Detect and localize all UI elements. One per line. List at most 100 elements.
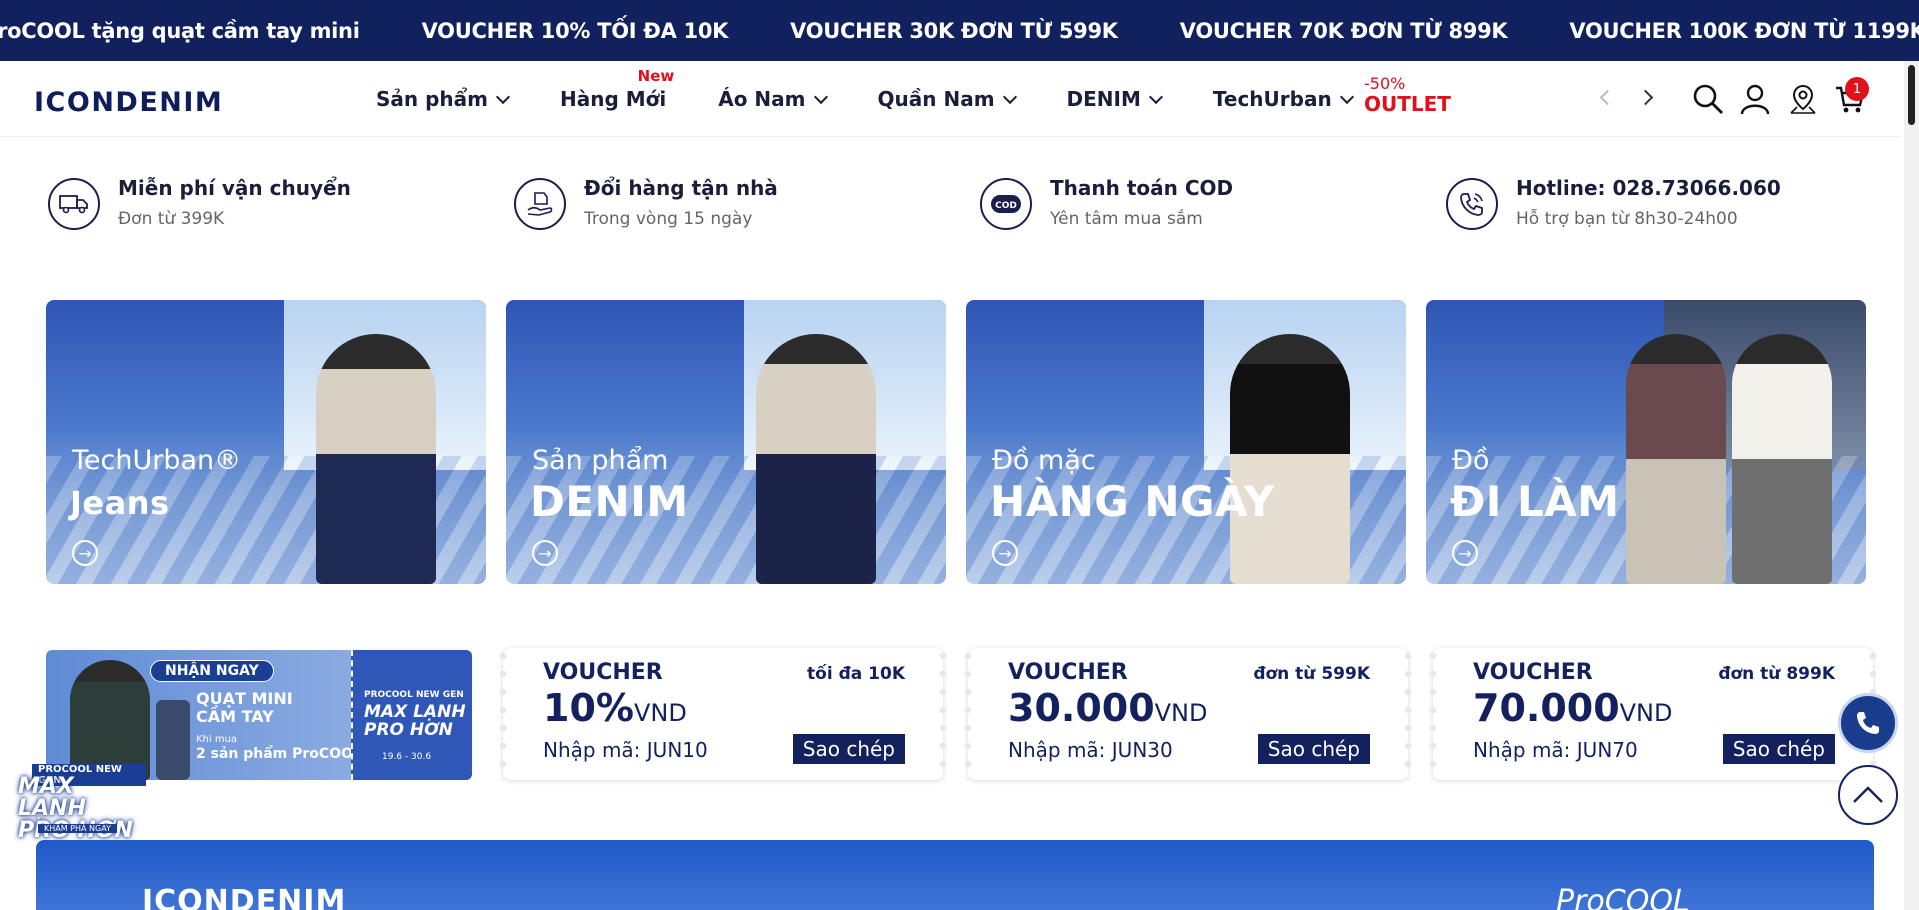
promo-cta[interactable]: NHẬN NGAY	[150, 660, 274, 682]
feature-exchange: Đổi hàng tận nhà Trong vòng 15 ngày	[514, 175, 778, 231]
promo-title: QUẠT MINI CẦM TAY	[196, 690, 293, 726]
voucher-title: VOUCHER	[543, 660, 663, 685]
phone-icon	[1857, 712, 1879, 734]
arrow-right-circle-icon[interactable]: →	[532, 540, 558, 566]
feature-hotline: Hotline: 028.73066.060 Hỗ trợ bạn từ 8h30…	[1446, 175, 1781, 231]
outlet-discount: -50%	[1364, 73, 1406, 93]
voucher-unit: VND	[633, 699, 687, 727]
banner-di-lam[interactable]: Đồ ĐI LÀM →	[1426, 300, 1866, 584]
voucher-condition: đơn từ 599K	[1253, 664, 1370, 684]
voucher-amount-line: 70.000VND	[1473, 686, 1673, 730]
voucher-amount: 10%	[543, 686, 634, 730]
voucher-title: VOUCHER	[1473, 660, 1593, 685]
voucher-code: Nhập mã: JUN70	[1473, 738, 1638, 762]
nav-label: DENIM	[1066, 86, 1141, 111]
scrollbar-thumb[interactable]	[1908, 65, 1915, 125]
procool-hero-banner[interactable]: ICONDENIM ProCOOL	[36, 840, 1874, 910]
badge-slogan-line1: MAX LẠNH	[18, 774, 86, 821]
announcement-item[interactable]: VOUCHER 30K ĐƠN TỪ 599K	[790, 19, 1118, 43]
voucher-condition: tối đa 10K	[807, 664, 905, 684]
badge-bottom-text: KHÁM PHÁ NGAY	[38, 824, 117, 833]
announcement-item[interactable]: VOUCHER 100K ĐƠN TỪ 1199K	[1569, 19, 1919, 43]
nav-item-outlet[interactable]: -50% OUTLET	[1364, 61, 1451, 136]
banner-big-text: DENIM	[530, 477, 689, 526]
feature-cod: COD Thanh toán COD Yên tâm mua sắm	[980, 175, 1233, 231]
model-photo	[1732, 334, 1832, 584]
truck-icon	[48, 178, 100, 230]
chevron-up-icon	[1853, 786, 1883, 803]
arrow-right-circle-icon[interactable]: →	[1452, 540, 1478, 566]
feature-title: Hotline: 028.73066.060	[1516, 176, 1781, 200]
promo-brand-line: PROCOOL NEW GEN	[364, 690, 464, 700]
voucher-amount: 70.000	[1473, 686, 1620, 730]
nav-item-quan-nam[interactable]: Quần Nam	[877, 86, 1017, 111]
arrow-right-circle-icon[interactable]: →	[992, 540, 1018, 566]
brand-logo[interactable]: ICONDENIM	[34, 87, 223, 118]
search-icon[interactable]	[1692, 83, 1724, 115]
promo-slogan-line1: MAX LẠNH	[364, 702, 466, 722]
announcement-item[interactable]: VOUCHER 70K ĐƠN TỪ 899K	[1180, 19, 1508, 43]
banner-techurban-jeans[interactable]: TechUrban® Jeans →	[46, 300, 486, 584]
banner-denim[interactable]: Sản phẩm DENIM →	[506, 300, 946, 584]
voucher-card: VOUCHER tối đa 10K 10%VND Nhập mã: JUN10…	[499, 648, 947, 780]
feature-title: Miễn phí vận chuyển	[118, 176, 351, 200]
voucher-amount: 30.000	[1008, 686, 1155, 730]
nav-item-techurban[interactable]: TechUrban	[1212, 86, 1354, 111]
feature-subtitle: Trong vòng 15 ngày	[584, 209, 753, 229]
user-icon[interactable]	[1739, 83, 1771, 115]
voucher-title: VOUCHER	[1008, 660, 1128, 685]
banner-small-text: Sản phẩm	[532, 445, 669, 476]
phone-icon	[1446, 178, 1498, 230]
banner-small-text: TechUrban®	[72, 445, 242, 476]
nav-label: Áo Nam	[718, 86, 806, 111]
nav-item-denim[interactable]: DENIM	[1066, 86, 1163, 111]
chevron-down-icon	[1148, 89, 1163, 104]
arrow-right-circle-icon[interactable]: →	[72, 540, 98, 566]
feature-subtitle: Yên tâm mua sắm	[1050, 209, 1203, 229]
chevron-left-icon[interactable]	[1599, 89, 1616, 106]
promo-detail: 2 sản phẩm ProCOOL	[196, 746, 362, 762]
feature-subtitle: Đơn từ 399K	[118, 209, 225, 229]
ticket-notch	[1429, 648, 1437, 780]
banner-logo: ICONDENIM	[142, 884, 347, 910]
copy-code-button[interactable]: Sao chép	[792, 734, 905, 764]
announcement-item[interactable]: VOUCHER 10% TỐI ĐA 10K	[422, 19, 729, 43]
announcement-bar: ProCOOL tặng quạt cầm tay mini VOUCHER 1…	[0, 0, 1919, 61]
model-photo	[1230, 334, 1350, 584]
copy-code-button[interactable]: Sao chép	[1722, 734, 1835, 764]
chevron-right-icon[interactable]	[1637, 89, 1654, 106]
banner-big-text: HÀNG NGÀY	[990, 477, 1275, 526]
nav-label: Quần Nam	[877, 86, 995, 111]
voucher-code: Nhập mã: JUN10	[543, 738, 708, 762]
nav-label: TechUrban	[1212, 86, 1332, 111]
ticket-notch	[499, 648, 507, 780]
banner-small-text: Đồ mặc	[992, 445, 1096, 476]
model-photo	[316, 334, 436, 584]
voucher-card: VOUCHER đơn từ 599K 30.000VND Nhập mã: J…	[964, 648, 1412, 780]
nav-item-hang-moi[interactable]: Hàng Mới New	[560, 67, 674, 111]
voucher-card: VOUCHER đơn từ 899K 70.000VND Nhập mã: J…	[1429, 648, 1877, 780]
ticket-notch	[964, 648, 972, 780]
hotline-call-button[interactable]	[1838, 693, 1898, 753]
nav-item-ao-nam[interactable]: Áo Nam	[718, 86, 828, 111]
nav-item-san-pham[interactable]: Sản phẩm	[376, 87, 511, 111]
scroll-to-top-button[interactable]	[1838, 765, 1898, 825]
promo-slogan: MAX LẠNH PRO HƠN	[364, 703, 466, 739]
promo-date: 19.6 - 30.6	[382, 752, 432, 762]
copy-code-button[interactable]: Sao chép	[1257, 734, 1370, 764]
banner-hang-ngay[interactable]: Đồ mặc HÀNG NGÀY →	[966, 300, 1406, 584]
store-location-icon[interactable]	[1787, 83, 1819, 115]
voucher-code: Nhập mã: JUN30	[1008, 738, 1173, 762]
nav-label: Hàng Mới	[560, 86, 667, 111]
promo-title-line2: CẦM TAY	[196, 707, 274, 726]
chevron-down-icon	[1339, 89, 1354, 104]
voucher-amount-line: 30.000VND	[1008, 686, 1208, 730]
promo-title-line1: QUẠT MINI	[196, 689, 293, 708]
svg-text:COD: COD	[995, 201, 1017, 211]
announcement-item[interactable]: ProCOOL tặng quạt cầm tay mini	[0, 19, 360, 43]
ticket-notch	[939, 648, 947, 780]
outlet-label: OUTLET	[1364, 91, 1451, 116]
floating-procool-badge[interactable]: PROCOOL NEW GEN MAX LẠNHPRO HƠN KHÁM PHÁ…	[18, 758, 146, 842]
page-scrollbar[interactable]	[1904, 61, 1919, 910]
new-badge: New	[637, 66, 675, 85]
